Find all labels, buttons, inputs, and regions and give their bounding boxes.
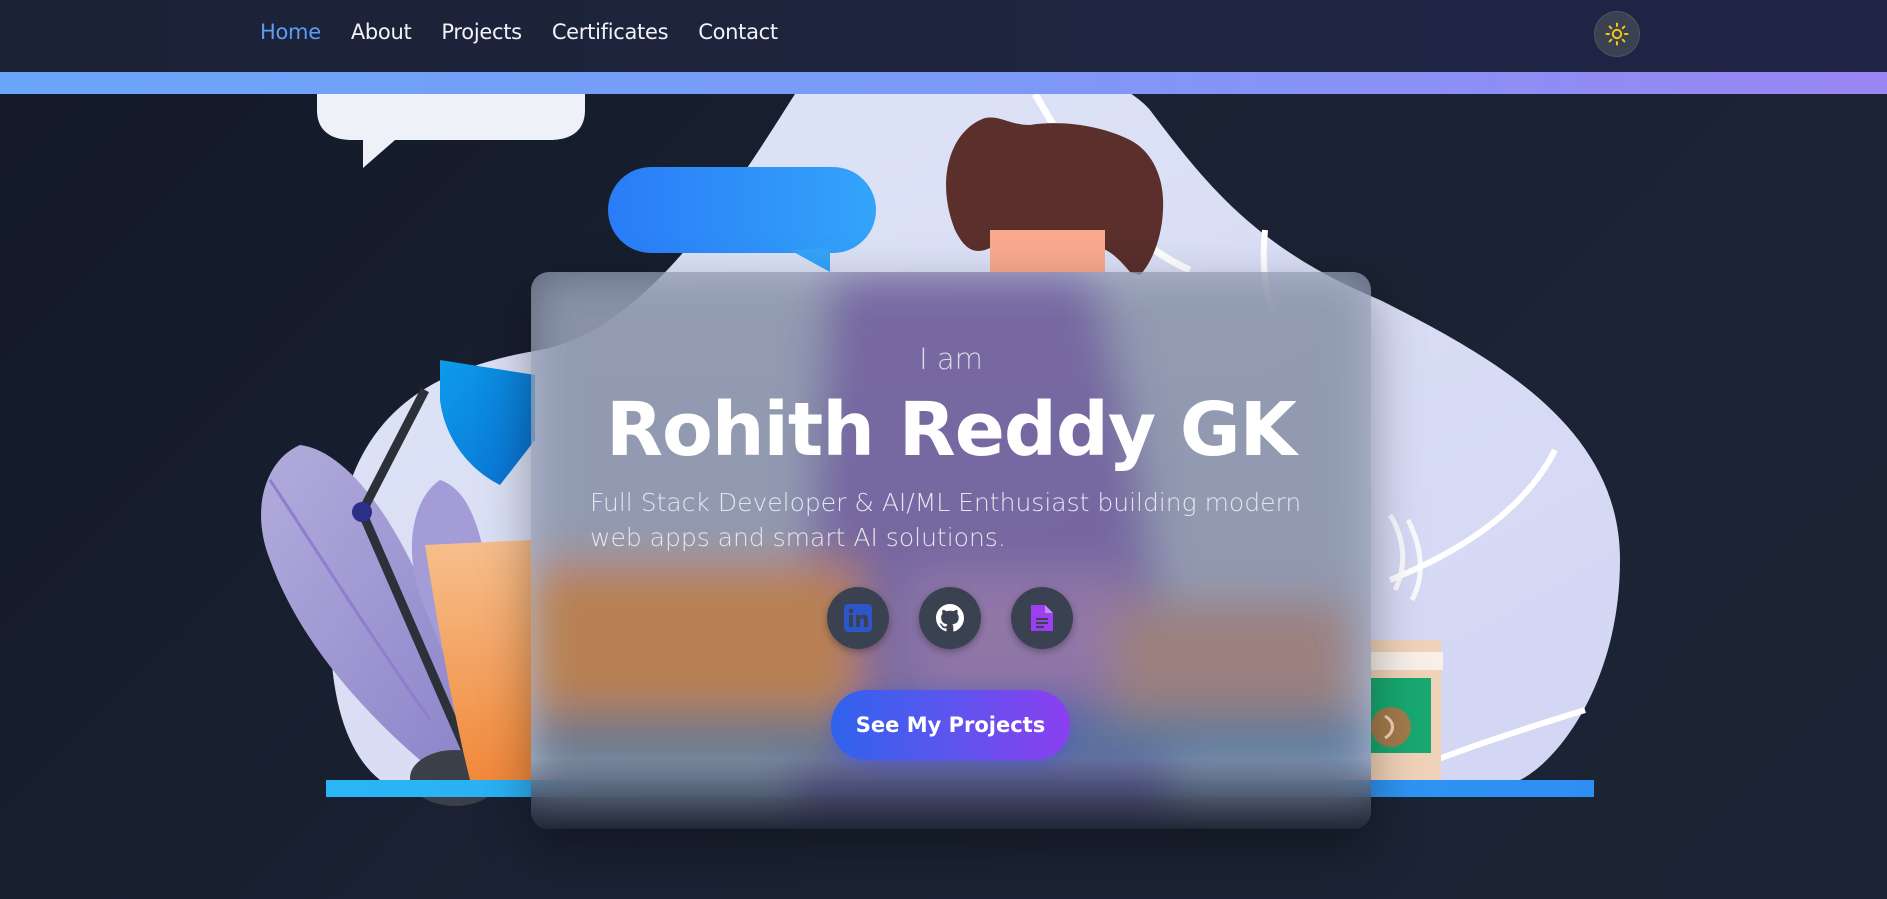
navbar: Home About Projects Certificates Contact [0,0,1887,72]
hero-card-bottom-fade [531,759,1371,829]
github-icon [936,604,964,632]
resume-button[interactable] [1011,587,1073,649]
nav-links: Home About Projects Certificates Contact [260,20,778,44]
hero-tagline: Full Stack Developer & AI/ML Enthusiast … [590,488,1302,552]
nav-accent-bar [0,72,1887,94]
hero-name: Rohith Reddy GK [606,387,1297,473]
hero-greeting: I am [919,342,983,376]
hero-card: I am Rohith Reddy GK Full Stack Develope… [531,272,1371,829]
linkedin-button[interactable] [827,587,889,649]
nav-about[interactable]: About [351,20,412,44]
github-button[interactable] [919,587,981,649]
nav-projects[interactable]: Projects [441,20,522,44]
nav-certificates[interactable]: Certificates [552,20,669,44]
page: Home About Projects Certificates Contact [0,0,1887,899]
nav-home[interactable]: Home [260,20,321,44]
linkedin-icon [844,604,872,632]
see-projects-button[interactable]: See My Projects [831,690,1070,760]
theme-toggle-button[interactable] [1594,11,1640,57]
document-icon [1031,605,1053,631]
nav-contact[interactable]: Contact [698,20,778,44]
social-links [827,587,1073,649]
sun-icon [1605,22,1629,46]
